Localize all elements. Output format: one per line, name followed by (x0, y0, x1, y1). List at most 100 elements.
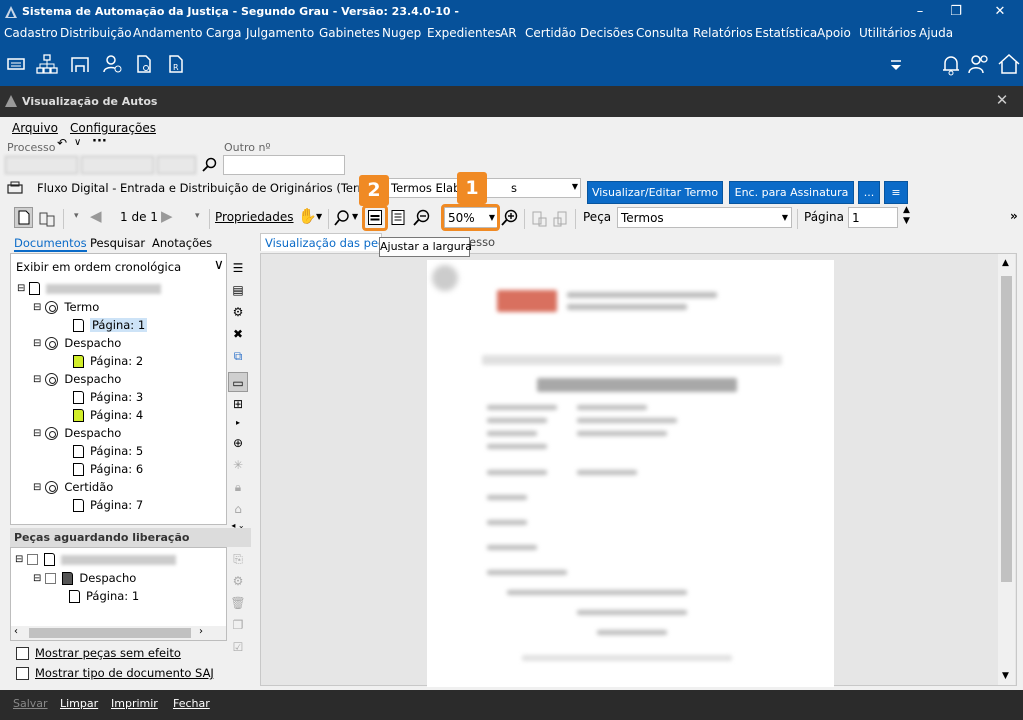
mostrar-sem-efeito-checkbox[interactable]: Mostrar peças sem efeito (16, 646, 181, 660)
pending-page[interactable]: Página: 1 (69, 589, 139, 603)
document-search-icon[interactable] (134, 54, 154, 74)
menu-julgamento[interactable]: Julgamento (246, 26, 314, 40)
tree-page[interactable]: Página: 2 (73, 354, 143, 368)
document-r-icon[interactable]: R (166, 54, 186, 74)
hand-dropdown-icon[interactable]: ▼ (316, 212, 322, 221)
tab-documentos[interactable]: Documentos (14, 236, 87, 252)
tree-document[interactable]: ⊟ Despacho (33, 336, 121, 350)
tree-root[interactable]: ⊟ (17, 282, 162, 295)
tree-page[interactable]: Página: 7 (73, 498, 143, 512)
processo-code-field[interactable] (157, 156, 196, 174)
building-icon[interactable] (70, 54, 90, 74)
printer-small-icon[interactable] (6, 180, 24, 196)
users-icon[interactable] (967, 53, 991, 75)
tree-page[interactable]: Página: 5 (73, 444, 143, 458)
collapse-icon[interactable]: ⊟ (33, 338, 41, 349)
notification-bell-icon[interactable] (940, 53, 962, 77)
printer-icon[interactable] (6, 54, 26, 74)
menu-expedientes[interactable]: Expedientes (427, 26, 501, 40)
pending-doc[interactable]: ⊟ Despacho (33, 571, 136, 585)
lock-icon[interactable]: 🔒︎ (228, 477, 248, 497)
checkbox[interactable] (16, 646, 29, 660)
collapse-icon[interactable]: ⊟ (33, 482, 41, 493)
outro-numero-input[interactable] (223, 155, 345, 175)
tree-document[interactable]: ⊟ Termo (33, 300, 99, 314)
remove-seal-icon[interactable]: ✖ (228, 324, 248, 344)
visualizar-editar-button[interactable]: Visualizar/Editar Termo (587, 181, 723, 204)
org-chart-icon[interactable] (36, 54, 58, 74)
menu-utilitarios[interactable]: Utilitários (859, 26, 916, 40)
tree-document[interactable]: ⊟ Despacho (33, 372, 121, 386)
tab-anotacoes[interactable]: Anotações (152, 236, 212, 250)
scroll-right-icon[interactable]: › (199, 626, 203, 637)
expand-button[interactable]: ≡ (884, 181, 908, 204)
peca-select[interactable]: Termos ▼ (617, 207, 792, 228)
collapse-icon[interactable]: ⊟ (33, 374, 41, 385)
processo-year-field[interactable] (81, 156, 154, 174)
horizontal-scrollbar[interactable]: ‹ › (11, 626, 226, 640)
menu-decisoes[interactable]: Decisões (580, 26, 634, 40)
last-page-icon[interactable]: ▾ (195, 211, 200, 221)
zoom-dropdown-icon[interactable]: ▼ (352, 212, 358, 221)
tree-page[interactable]: Página: 4 (73, 408, 143, 422)
rotate-right-icon[interactable] (552, 209, 570, 227)
menu-consulta[interactable]: Consulta (636, 26, 689, 40)
zoom-out-icon[interactable] (413, 209, 431, 227)
menu-cadastro[interactable]: Cadastro (4, 26, 58, 40)
menu-ar[interactable]: AR (500, 26, 517, 40)
order-select[interactable]: Exibir em ordem cronológica ∨ (12, 257, 226, 277)
scroll-left-icon[interactable]: ‹ (14, 626, 18, 637)
print-doc-icon[interactable]: ▤ (228, 280, 248, 300)
trash-icon[interactable]: 🗑︎ (228, 593, 248, 613)
tree-page[interactable]: Página: 1 (73, 318, 148, 332)
approve-icon[interactable]: ☑ (228, 637, 248, 657)
pagina-spinner-icon[interactable]: ▲ ▼ (903, 205, 910, 227)
processo-number-field[interactable] (5, 156, 78, 174)
list-order-icon[interactable]: ☰ (228, 258, 248, 278)
user-settings-icon[interactable] (103, 54, 123, 74)
menu-distribuicao[interactable]: Distribuição (60, 26, 132, 40)
link-docs-icon[interactable]: ⧉ (228, 346, 248, 366)
menu-nugep[interactable]: Nugep (382, 26, 421, 40)
checkbox[interactable] (45, 572, 57, 584)
tree-document[interactable]: ⊟ Certidão (33, 480, 113, 494)
menu-certidao[interactable]: Certidão (525, 26, 576, 40)
multi-page-icon[interactable] (38, 209, 56, 227)
enc-assinatura-button[interactable]: Enc. para Assinatura (729, 181, 854, 204)
copy-icon[interactable]: ❐ (228, 615, 248, 635)
add-seal-icon[interactable]: ⚙ (228, 302, 248, 322)
menu-andamento[interactable]: Andamento (133, 26, 203, 40)
tree-document[interactable]: ⊟ Despacho (33, 426, 121, 440)
menu-apoio[interactable]: Apoio (817, 26, 851, 40)
menu-configuracoes[interactable]: Configurações (70, 121, 156, 135)
overflow-chevron-icon[interactable]: » (1010, 209, 1018, 223)
menu-estatistica[interactable]: Estatística (755, 26, 817, 40)
restore-button[interactable]: ❐ (946, 2, 966, 22)
seal-icon[interactable]: ⚙ (228, 571, 248, 591)
collapse-icon[interactable]: ⊟ (33, 428, 41, 439)
add-note-icon[interactable]: ⊕ (228, 433, 248, 453)
fechar-button[interactable]: Fechar (173, 697, 210, 710)
undo-icon[interactable]: ↶ (57, 136, 67, 150)
tab-visualizacao[interactable]: Visualização das peças (260, 233, 397, 251)
prev-page-icon[interactable]: ◀ (90, 207, 102, 225)
release-icon[interactable]: ⎘ (228, 549, 248, 569)
next-page-icon[interactable]: ▶ (161, 207, 173, 225)
limpar-button[interactable]: Limpar (60, 697, 98, 710)
zoom-tool-icon[interactable] (334, 209, 350, 227)
tree-page[interactable]: Página: 3 (73, 390, 143, 404)
menu-relatorios[interactable]: Relatórios (693, 26, 753, 40)
close-viewer-button[interactable]: ✕ (992, 91, 1012, 111)
mostrar-tipo-saj-checkbox[interactable]: Mostrar tipo de documento SAJ (16, 666, 214, 680)
fit-page-icon[interactable] (390, 209, 406, 226)
scroll-up-icon[interactable]: ▲ (1002, 258, 1009, 268)
collapse-icon[interactable]: ⊟ (15, 554, 23, 565)
collapse-icon[interactable]: ⊟ (33, 302, 41, 313)
more-actions-button[interactable]: ... (858, 181, 880, 204)
pending-root[interactable]: ⊟ (15, 553, 177, 566)
propriedades-button[interactable]: Propriedades (215, 210, 294, 224)
scroll-down-icon[interactable]: ▼ (1002, 671, 1009, 681)
minimize-button[interactable]: – (910, 2, 930, 22)
scroll-thumb[interactable] (1001, 276, 1012, 582)
collapse-icon[interactable]: ⊟ (33, 573, 41, 584)
